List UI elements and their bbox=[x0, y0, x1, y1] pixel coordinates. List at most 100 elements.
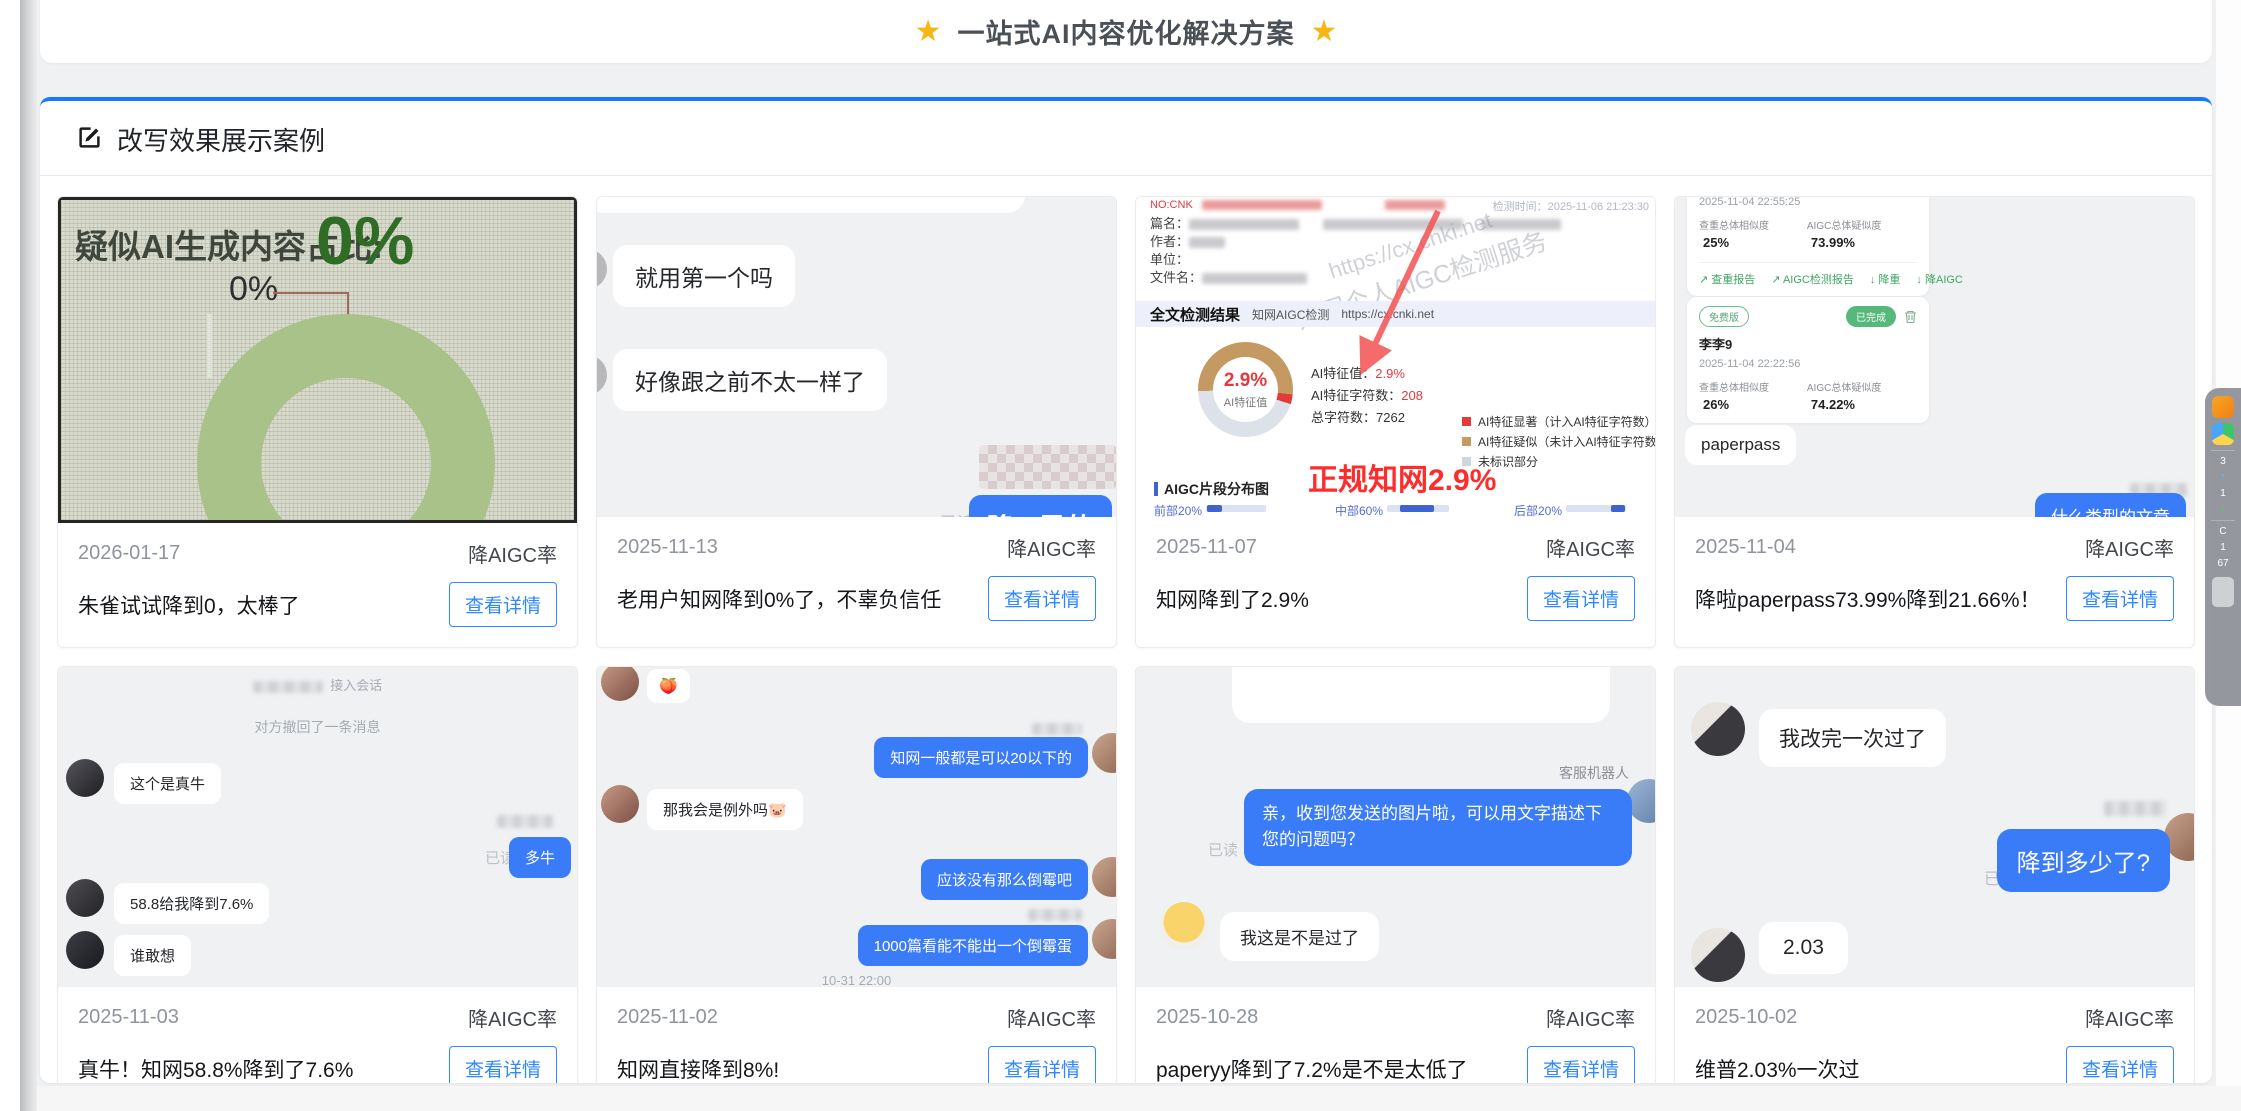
case-tag: 降AIGC率 bbox=[1546, 1003, 1635, 1032]
case-tag: 降AIGC率 bbox=[2085, 1003, 2174, 1032]
doc-name: 李李9 bbox=[1699, 334, 1917, 353]
section-header: 改写效果展示案例 bbox=[40, 101, 2212, 175]
case-screenshot-paperpass: 2025-11-04 22:55:25 查重总体相似度25% AIGC总体疑似度… bbox=[1675, 197, 2194, 517]
case-info: 2025-10-02 降AIGC率 维普2.03%一次过 查看详情 bbox=[1675, 987, 2194, 1083]
down-arrow-icon: ↓ bbox=[2220, 504, 2226, 515]
segment-label: 后部20% bbox=[1514, 502, 1562, 517]
case-screenshot-chat: 🍑 已读 知网一般都是可以20以下的 那我会是例外吗🐷 已读 应该没有那么倒霉吧… bbox=[597, 667, 1116, 987]
chat-image-tail bbox=[597, 197, 1025, 213]
avatar bbox=[1092, 857, 1116, 897]
view-details-button[interactable]: 查看详情 bbox=[2066, 1046, 2174, 1083]
callout-line bbox=[273, 292, 349, 294]
case-tag: 降AIGC率 bbox=[468, 1003, 557, 1032]
widget-value: 1 bbox=[2220, 542, 2226, 553]
chat-bubble-left: paperpass bbox=[1685, 425, 1796, 465]
avatar bbox=[66, 931, 104, 969]
report-actions[interactable]: ↗ 查重报告 ↗ AIGC检测报告 ↓ 降重 ↓ 降AIGC bbox=[1699, 262, 1917, 287]
case-card: 客服机器人 已读 亲，收到您发送的图片啦，可以用文字描述下您的问题吗？ 我这是不… bbox=[1135, 666, 1656, 1083]
segment-bar bbox=[1387, 505, 1449, 512]
widget-value: C bbox=[2219, 526, 2226, 537]
case-date: 2025-11-07 bbox=[1156, 536, 1257, 559]
case-info: 2025-11-04 降AIGC率 降啦paperpass73.99%降到21.… bbox=[1675, 517, 2194, 641]
case-tag: 降AIGC率 bbox=[1007, 533, 1096, 562]
segment-label: 中部60% bbox=[1335, 502, 1383, 517]
star-icon: ★ bbox=[915, 14, 942, 49]
case-date: 2025-11-13 bbox=[617, 536, 718, 559]
chat-bubble-left: 谁敢想 bbox=[114, 935, 191, 976]
chat-bubble-right: 多牛 bbox=[509, 837, 571, 878]
view-details-button[interactable]: 查看详情 bbox=[1527, 576, 1635, 621]
segment-label: 前部20% bbox=[1154, 502, 1202, 517]
view-details-button[interactable]: 查看详情 bbox=[988, 1046, 1096, 1083]
report-time: 2025-11-04 22:22:56 bbox=[1699, 358, 1917, 370]
case-card: 疑似AI生成内容占比: 0% 0% 2026-01-17 降AIGC率 朱雀试试… bbox=[57, 196, 578, 648]
chat-bubble-left: 2.03 bbox=[1759, 922, 1848, 974]
chat-bubble-left: 好像跟之前不太一样了 bbox=[613, 349, 887, 411]
chat-bubble-left: 我这是不是过了 bbox=[1220, 912, 1379, 961]
case-info: 2026-01-17 降AIGC率 朱雀试试降到0，太棒了 查看详情 bbox=[58, 523, 577, 647]
distribution-title: AIGC片段分布图 bbox=[1154, 479, 1269, 499]
trash-icon[interactable] bbox=[1904, 310, 1917, 324]
chat-bubble-left: 我改完一次过了 bbox=[1759, 709, 1946, 767]
case-card: 接入会话 对方撤回了一条消息 这个是真牛 已读 多牛 58.8给我降到7.6% … bbox=[57, 666, 578, 1083]
avatar bbox=[597, 355, 607, 395]
blurred-name bbox=[497, 815, 553, 828]
case-title: 朱雀试试降到0，太棒了 bbox=[78, 590, 300, 620]
avatar bbox=[597, 249, 607, 289]
chat-bubble-right: 降ai是的 bbox=[969, 495, 1112, 517]
widget-orange-icon[interactable] bbox=[2212, 396, 2234, 418]
blurred-name bbox=[2104, 801, 2166, 816]
avatar bbox=[1691, 928, 1745, 982]
case-info: 2025-10-28 降AIGC率 paperyy降到了7.2%是不是太低了 查… bbox=[1136, 987, 1655, 1083]
case-card: NO:CNK 检测时间：2025-11-06 21:23:30 篇名： 作者： … bbox=[1135, 196, 1656, 648]
report-card: 免费版 已完成 李李9 2025-11-04 22:22:56 查重总体相似度2… bbox=[1687, 297, 1929, 423]
case-date: 2025-10-02 bbox=[1695, 1006, 1797, 1029]
case-date: 2026-01-17 bbox=[78, 542, 180, 565]
read-receipt: 已读 bbox=[1208, 839, 1238, 860]
case-screenshot-cnki-report: NO:CNK 检测时间：2025-11-06 21:23:30 篇名： 作者： … bbox=[1136, 197, 1655, 517]
case-card: 2025-11-04 22:55:25 查重总体相似度25% AIGC总体疑似度… bbox=[1674, 196, 2195, 648]
chat-bubble-right: 1000篇看能不能出一个倒霉蛋 bbox=[858, 925, 1088, 966]
widget-color-icon[interactable] bbox=[2212, 423, 2234, 445]
chat-bubble-right: 什么类型的文章 bbox=[2035, 493, 2186, 517]
case-info: 2025-11-13 降AIGC率 老用户知网降到0%了，不辜负信任 查看详情 bbox=[597, 517, 1116, 641]
avatar bbox=[66, 759, 104, 797]
system-line: 接入会话 bbox=[58, 675, 577, 694]
floating-extension-widget[interactable]: 3 ↑ 1 ↓ C 1 67 bbox=[2205, 388, 2241, 706]
case-screenshot-chat: 接入会话 对方撤回了一条消息 这个是真牛 已读 多牛 58.8给我降到7.6% … bbox=[58, 667, 577, 987]
avatar bbox=[601, 785, 639, 823]
blurred-name bbox=[1028, 909, 1082, 921]
report-card: 2025-11-04 22:55:25 查重总体相似度25% AIGC总体疑似度… bbox=[1687, 197, 1929, 296]
view-details-button[interactable]: 查看详情 bbox=[449, 1046, 557, 1083]
view-details-button[interactable]: 查看详情 bbox=[1527, 1046, 1635, 1083]
edit-icon bbox=[76, 124, 103, 156]
report-time: 2025-11-04 22:55:25 bbox=[1699, 197, 1917, 208]
case-title: 降啦paperpass73.99%降到21.66%！ bbox=[1695, 584, 2041, 614]
case-date: 2025-11-04 bbox=[1695, 536, 1796, 559]
star-icon: ★ bbox=[1311, 14, 1338, 49]
view-details-button[interactable]: 查看详情 bbox=[2066, 576, 2174, 621]
bot-label: 客服机器人 bbox=[1559, 763, 1629, 783]
image-message-tail bbox=[1232, 667, 1610, 723]
view-details-button[interactable]: 查看详情 bbox=[449, 582, 557, 627]
banner-title: 一站式AI内容优化解决方案 bbox=[958, 12, 1295, 51]
recall-notice: 对方撤回了一条消息 bbox=[58, 717, 577, 737]
case-info: 2025-11-03 降AIGC率 真牛！知网58.8%降到了7.6% 查看详情 bbox=[58, 987, 577, 1083]
case-screenshot-zhuque: 疑似AI生成内容占比: 0% 0% bbox=[58, 197, 577, 523]
avatar bbox=[601, 667, 639, 701]
left-scroll-strip[interactable] bbox=[20, 0, 37, 1111]
chat-bubble-right: 降到多少了? bbox=[1997, 829, 2170, 892]
widget-value: 3 bbox=[2220, 456, 2226, 467]
view-details-button[interactable]: 查看详情 bbox=[988, 576, 1096, 621]
avatar bbox=[1092, 919, 1116, 959]
donut-notch bbox=[207, 314, 212, 378]
red-annotation: 正规知网2.9% bbox=[1308, 455, 1496, 499]
case-date: 2025-10-28 bbox=[1156, 1006, 1258, 1029]
chat-bubble-right: 应该没有那么倒霉吧 bbox=[921, 859, 1088, 900]
widget-value: 1 bbox=[2220, 488, 2226, 499]
donut-chart bbox=[197, 314, 495, 523]
banner-panel: ★ 一站式AI内容优化解决方案 ★ bbox=[40, 0, 2212, 63]
case-card: 就用第一个吗 好像跟之前不太一样了 已读 降ai是的 2025-11-13 降A… bbox=[596, 196, 1117, 648]
chat-bubble-left: 这个是真牛 bbox=[114, 763, 221, 804]
callout-line bbox=[347, 292, 349, 316]
